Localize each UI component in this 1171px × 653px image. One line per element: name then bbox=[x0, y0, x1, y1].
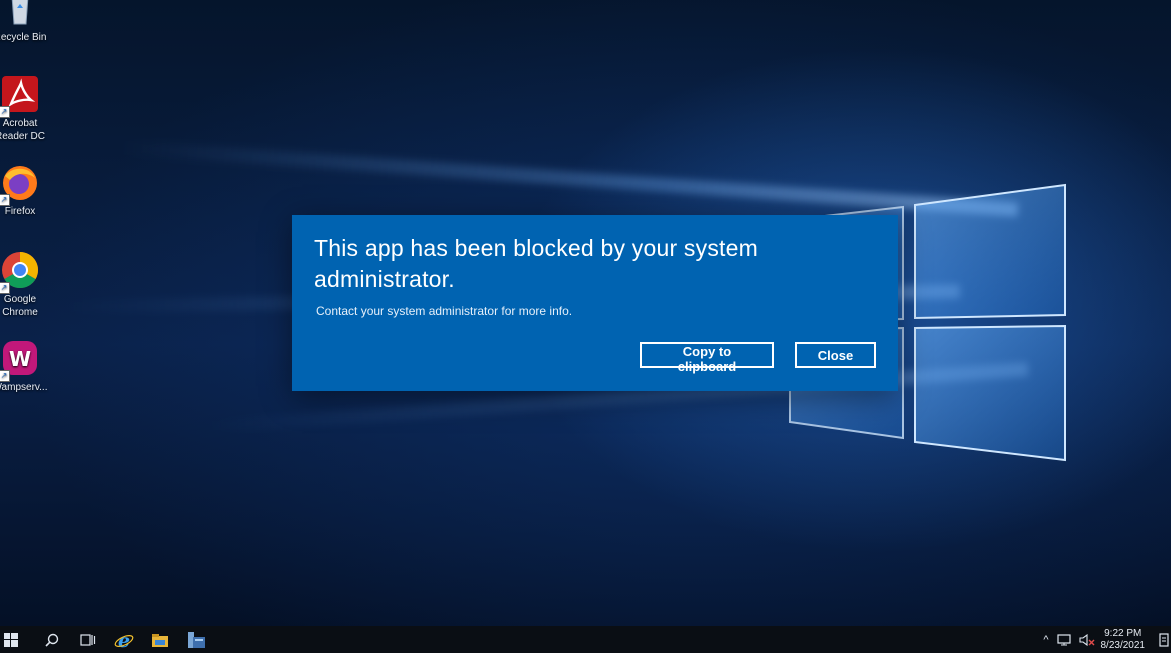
network-icon[interactable] bbox=[1056, 633, 1071, 646]
firefox-icon: ↗ bbox=[0, 162, 40, 206]
task-view-icon bbox=[80, 633, 96, 646]
desktop-icon-chrome[interactable]: ↗ Google Chrome bbox=[0, 250, 48, 319]
task-view-button[interactable] bbox=[70, 626, 106, 653]
file-explorer-button[interactable] bbox=[142, 626, 178, 653]
show-hidden-icons-icon[interactable]: ^ bbox=[1043, 634, 1048, 646]
dialog-message: Contact your system administrator for mo… bbox=[316, 304, 573, 318]
copy-to-clipboard-button[interactable]: Copy to clipboard bbox=[640, 342, 774, 374]
desktop-icon-firefox[interactable]: ↗ Firefox bbox=[0, 162, 48, 218]
desktop-icon-label: Google bbox=[3, 294, 37, 305]
file-explorer-icon bbox=[152, 633, 168, 647]
desktop-icon-recycle-bin[interactable]: Recycle Bin bbox=[0, 0, 48, 44]
svg-text:e: e bbox=[118, 630, 130, 650]
desktop-icon-label-2: Reader DC bbox=[0, 131, 46, 142]
volume-muted-icon[interactable] bbox=[1078, 633, 1095, 646]
dialog-title: This app has been blocked by your system… bbox=[314, 235, 758, 292]
desktop-icon-label-2: Chrome bbox=[2, 307, 38, 318]
svg-text:W: W bbox=[9, 347, 31, 371]
start-icon bbox=[4, 632, 18, 647]
desktop-icon-acrobat[interactable]: ↗ Acrobat Reader DC bbox=[0, 74, 48, 143]
start-button[interactable] bbox=[0, 626, 22, 653]
wampserver-icon: W ↗ bbox=[0, 338, 40, 382]
shortcut-arrow-icon: ↗ bbox=[0, 106, 10, 118]
clock-time: 9:22 PM bbox=[1104, 627, 1142, 639]
clock-date: 8/23/2021 bbox=[1100, 639, 1146, 651]
desktop-icon-wampserver[interactable]: W ↗ Wampserv... bbox=[0, 338, 48, 394]
acrobat-reader-icon: ↗ bbox=[0, 74, 40, 118]
desktop-icon-label: Acrobat bbox=[2, 118, 38, 129]
internet-explorer-icon: e bbox=[114, 630, 134, 650]
desktop-icon-label: Recycle Bin bbox=[0, 32, 47, 43]
desktop-icon-label: Wampserv... bbox=[0, 382, 48, 393]
server-manager-button[interactable] bbox=[178, 626, 214, 653]
app-blocked-dialog: This app has been blocked by your system… bbox=[292, 215, 898, 391]
search-icon bbox=[45, 633, 59, 647]
server-manager-icon bbox=[188, 631, 205, 648]
taskbar-clock[interactable]: 9:22 PM 8/23/2021 bbox=[1101, 628, 1146, 652]
taskbar: e ^ 9:22 PM 8/23/2021 bbox=[0, 626, 1171, 653]
recycle-bin-icon bbox=[0, 0, 40, 28]
shortcut-arrow-icon: ↗ bbox=[0, 370, 10, 382]
internet-explorer-button[interactable]: e bbox=[106, 626, 142, 653]
shortcut-arrow-icon: ↗ bbox=[0, 194, 10, 206]
search-button[interactable] bbox=[34, 626, 70, 653]
close-button[interactable]: Close bbox=[795, 342, 876, 368]
system-tray: ^ 9:22 PM 8/23/2021 bbox=[1043, 626, 1171, 653]
shortcut-arrow-icon: ↗ bbox=[0, 282, 10, 294]
notifications-icon[interactable] bbox=[1159, 632, 1169, 647]
chrome-icon: ↗ bbox=[0, 250, 40, 294]
desktop-icon-label: Firefox bbox=[4, 206, 36, 217]
